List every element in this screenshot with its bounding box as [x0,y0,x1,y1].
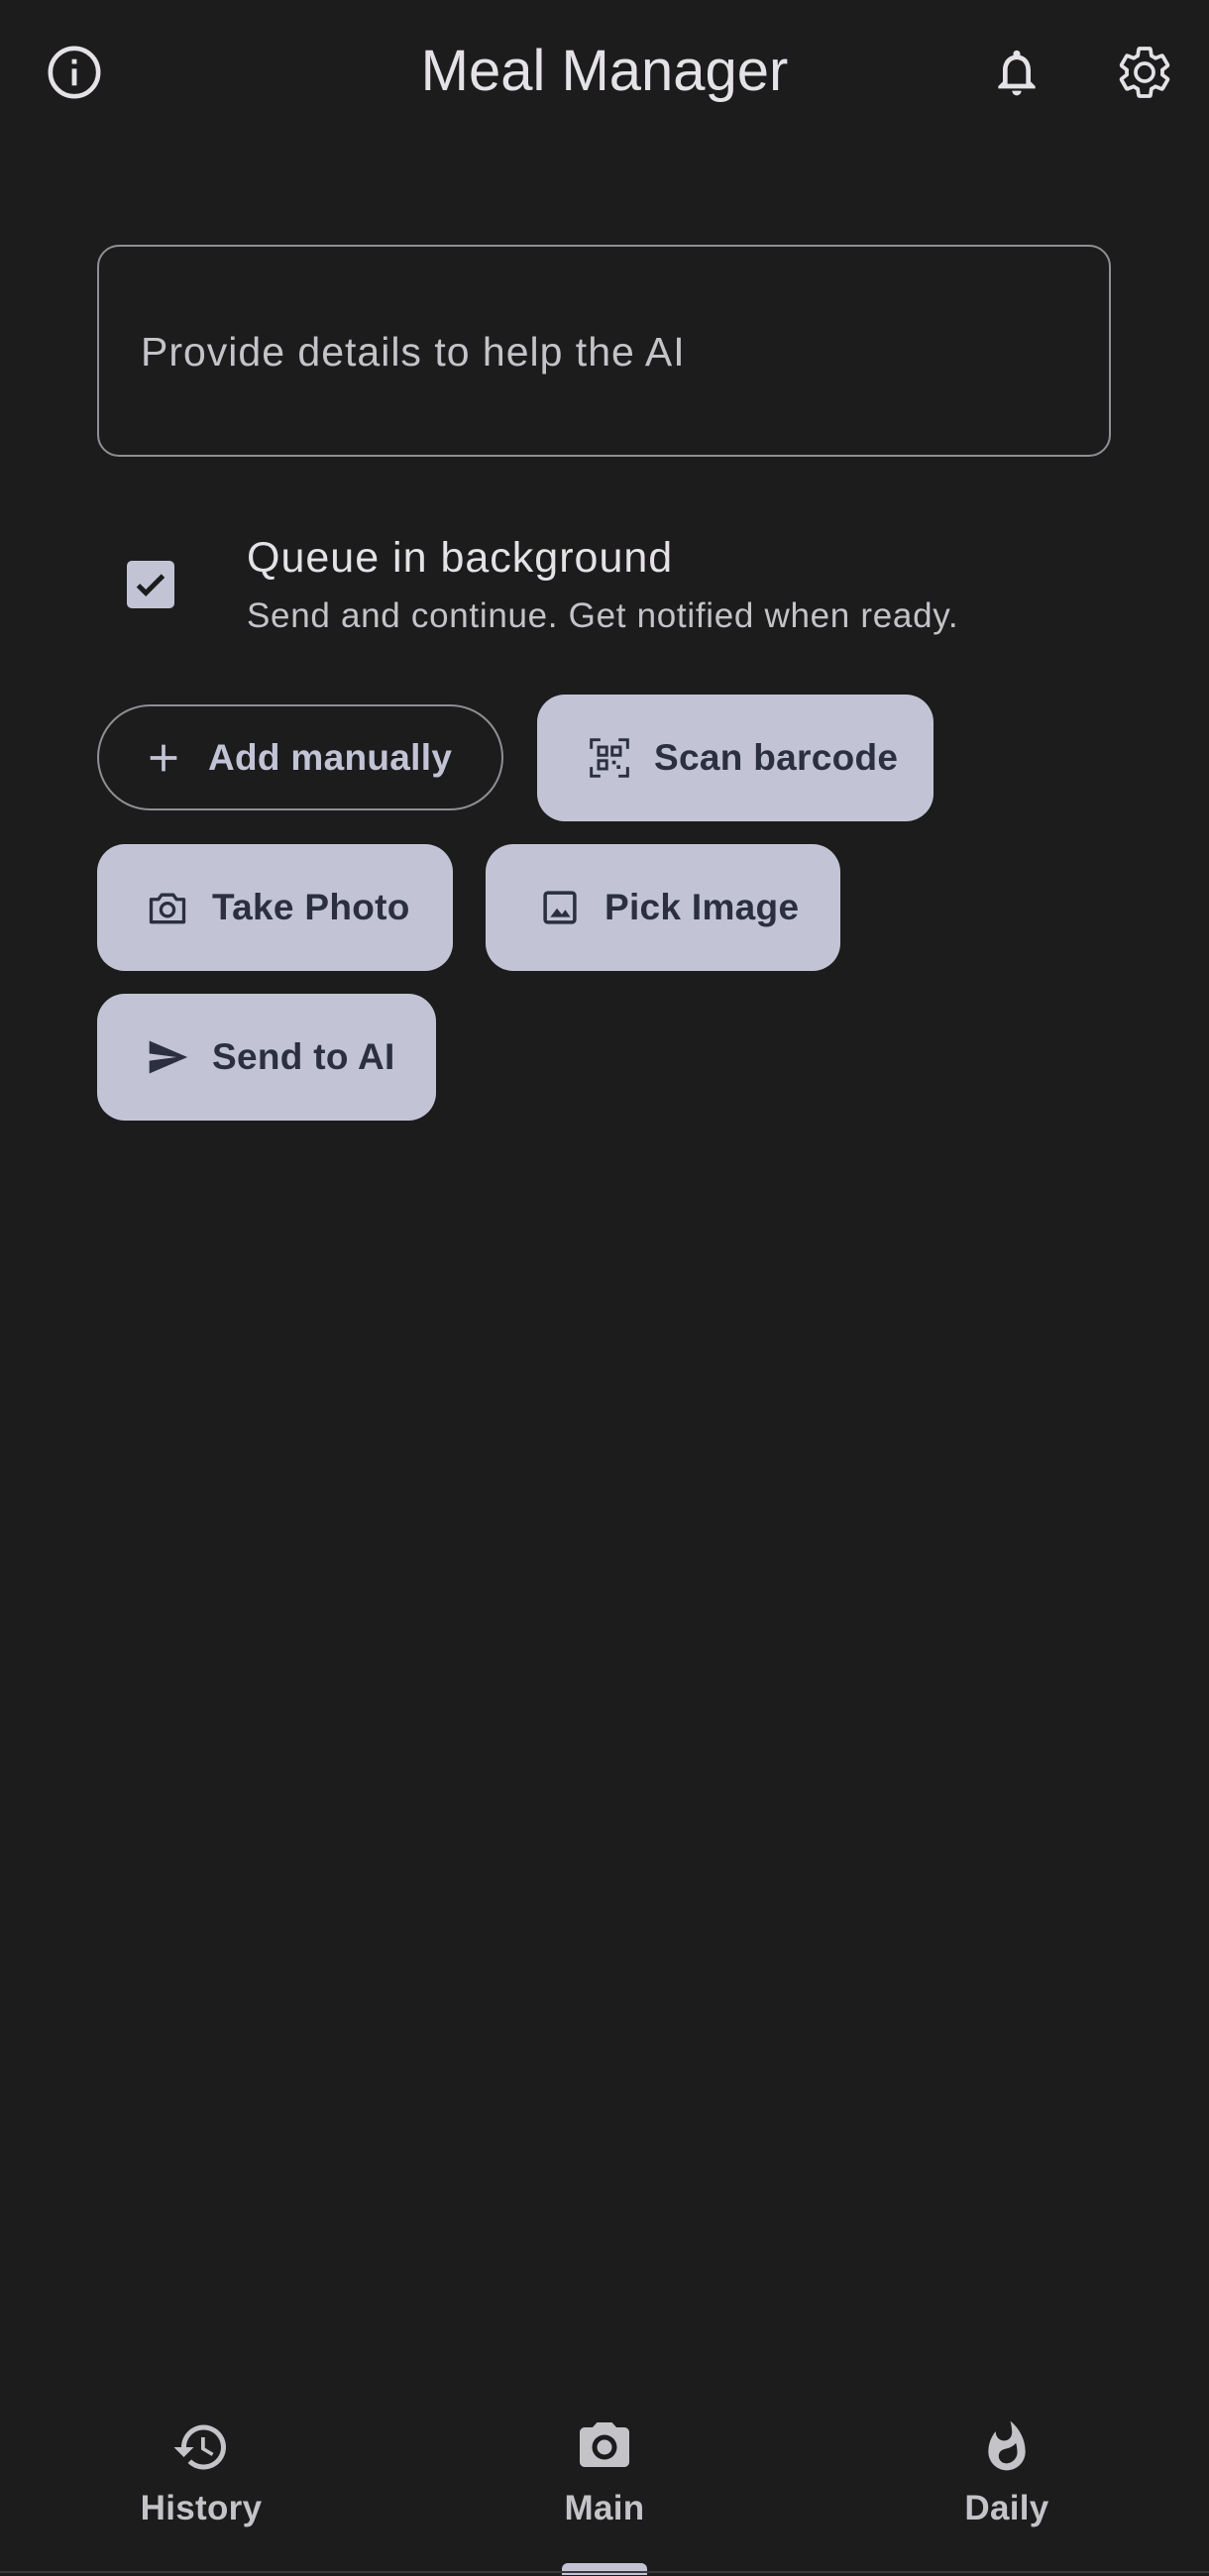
scan-barcode-button[interactable]: Scan barcode [537,695,934,821]
send-to-ai-label: Send to AI [212,1036,395,1077]
gear-icon [1115,43,1174,102]
plus-icon [141,735,186,781]
send-icon [145,1034,190,1080]
nav-label-main: Main [564,2489,645,2527]
settings-button[interactable] [1100,28,1189,117]
notifications-button[interactable] [972,28,1061,117]
add-manually-button[interactable]: Add manually [97,704,503,810]
nav-item-daily[interactable]: Daily [858,2388,1155,2566]
bottom-divider [0,2571,1209,2573]
send-to-ai-button[interactable]: Send to AI [97,994,436,1121]
scan-barcode-label: Scan barcode [654,737,899,778]
nav-label-history: History [140,2489,263,2527]
image-icon [537,885,583,930]
nav-label-daily: Daily [964,2489,1049,2527]
check-icon [131,565,170,604]
camera-icon [145,885,190,930]
qr-scan-icon [587,735,632,781]
top-app-bar: Meal Manager [0,0,1209,149]
flame-icon [975,2415,1039,2479]
nav-item-main[interactable]: Main [456,2388,753,2566]
nav-selected-indicator [562,2563,647,2575]
take-photo-label: Take Photo [212,887,410,927]
take-photo-button[interactable]: Take Photo [97,844,453,971]
queue-subtitle: Send and continue. Get notified when rea… [247,596,959,635]
bell-icon [989,45,1044,100]
queue-in-background-row[interactable]: Queue in background Send and continue. G… [97,515,1111,654]
bottom-navigation: History Main Daily [0,2388,1209,2576]
history-icon [169,2415,233,2479]
camera-icon [573,2415,636,2479]
details-field[interactable] [97,245,1111,457]
details-input[interactable] [139,247,1064,457]
pick-image-label: Pick Image [604,887,800,927]
add-manually-label: Add manually [208,736,453,778]
queue-title: Queue in background [247,534,674,582]
nav-item-history[interactable]: History [53,2388,350,2566]
pick-image-button[interactable]: Pick Image [486,844,840,971]
queue-checkbox[interactable] [127,561,174,608]
